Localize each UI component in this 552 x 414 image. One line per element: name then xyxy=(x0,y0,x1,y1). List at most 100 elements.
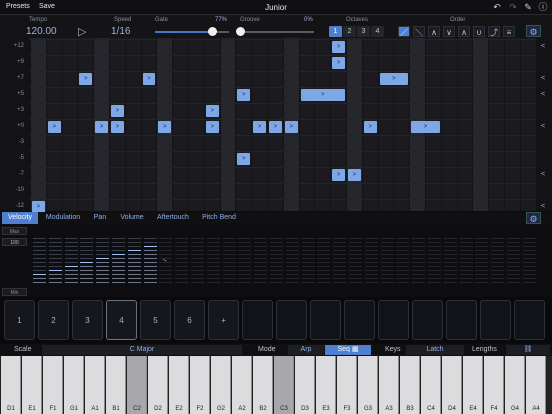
order-downup-inclusive-icon[interactable]: ∪ xyxy=(473,26,485,37)
piano-key[interactable]: E3 xyxy=(316,356,336,414)
sequencer-note[interactable]: > xyxy=(332,41,345,53)
piano-key[interactable]: F3 xyxy=(337,356,357,414)
sequencer-note[interactable]: > xyxy=(348,169,361,181)
order-up-icon[interactable]: ／ xyxy=(398,26,410,37)
tempo-value[interactable]: 120.00 xyxy=(26,26,57,37)
piano-key[interactable]: G1 xyxy=(64,356,84,414)
empty-pattern-slot[interactable] xyxy=(276,300,307,340)
min-button[interactable]: Min xyxy=(2,288,27,296)
groove-slider-knob[interactable] xyxy=(236,27,245,36)
empty-pattern-slot[interactable] xyxy=(480,300,511,340)
sequencer-note[interactable]: > xyxy=(411,121,440,133)
sequencer-note[interactable]: > xyxy=(47,121,61,133)
empty-pattern-slot[interactable] xyxy=(514,300,545,340)
octave-2-button[interactable]: 2 xyxy=(343,26,356,37)
empty-pattern-slot[interactable] xyxy=(344,300,375,340)
sequencer-note[interactable]: > xyxy=(363,121,377,133)
octave-4-button[interactable]: 4 xyxy=(371,26,384,37)
empty-pattern-slot[interactable] xyxy=(378,300,409,340)
empty-pattern-slot[interactable] xyxy=(412,300,443,340)
empty-pattern-slot[interactable] xyxy=(310,300,341,340)
piano-key[interactable]: E4 xyxy=(463,356,483,414)
tab-pan[interactable]: Pan xyxy=(88,212,112,224)
sequencer-note[interactable]: > xyxy=(237,153,251,165)
sequencer-grid[interactable]: +12 +9 +7 +5 +3 +0 -3 -5 -7 -10 -12 < < … xyxy=(0,38,552,216)
piano-key[interactable]: D3 xyxy=(295,356,315,414)
seq-mode-button[interactable]: Seq ▦ xyxy=(325,345,371,355)
lane-settings-gear-icon[interactable]: ⚙ xyxy=(526,212,541,224)
sequencer-note[interactable]: > xyxy=(111,105,124,117)
order-updown-icon[interactable]: ∧ xyxy=(428,26,440,37)
groove-slider[interactable] xyxy=(236,27,314,36)
piano-key[interactable]: A3 xyxy=(379,356,399,414)
wrench-icon[interactable]: ✎ xyxy=(523,2,533,12)
piano-key[interactable]: E1 xyxy=(22,356,42,414)
order-chord-icon[interactable]: ≡ xyxy=(503,26,515,37)
tab-modulation[interactable]: Modulation xyxy=(42,212,84,224)
tab-velocity[interactable]: Velocity xyxy=(2,212,38,224)
sequencer-note[interactable]: > xyxy=(95,121,108,133)
velocity-lane[interactable]: Max 100 Min < xyxy=(0,224,552,297)
piano-key[interactable]: F1 xyxy=(43,356,63,414)
link-icon[interactable]: ⛓ xyxy=(506,345,550,355)
octave-3-button[interactable]: 3 xyxy=(357,26,370,37)
tab-aftertouch[interactable]: Aftertouch xyxy=(152,212,194,224)
pattern-pad-5[interactable]: 5 xyxy=(140,300,171,340)
sequencer-note[interactable]: > xyxy=(205,121,219,133)
sequencer-note[interactable]: > xyxy=(332,169,345,181)
sequencer-note[interactable]: > xyxy=(237,89,251,101)
sequencer-note[interactable]: > xyxy=(332,57,345,69)
sequencer-note[interactable]: > xyxy=(79,73,93,85)
piano-keyboard[interactable]: D1 E1 F1 G1 A1 B1 C2 D2 E2 F2 G2 A2 B2 C3 D3 E3 F3 G3 A3 B3… xyxy=(0,356,552,414)
pattern-pad-2[interactable]: 2 xyxy=(38,300,69,340)
arp-mode-button[interactable]: Arp xyxy=(288,345,324,355)
tab-pitch-bend[interactable]: Pitch Bend xyxy=(198,212,240,224)
gate-slider[interactable] xyxy=(155,27,229,36)
piano-key[interactable]: G2 xyxy=(211,356,231,414)
sequencer-note[interactable]: > xyxy=(111,121,124,133)
sequencer-note[interactable]: > xyxy=(205,105,219,117)
order-converge-icon[interactable]: ⤴ xyxy=(488,26,500,37)
order-downup-icon[interactable]: ∨ xyxy=(443,26,455,37)
pattern-pad-6[interactable]: 6 xyxy=(174,300,205,340)
piano-key[interactable]: F2 xyxy=(190,356,210,414)
sequencer-note[interactable]: > xyxy=(158,121,172,133)
order-settings-gear-icon[interactable]: ⚙ xyxy=(526,25,541,37)
octave-1-button[interactable]: 1 xyxy=(329,26,342,37)
redo-icon[interactable]: ↷ xyxy=(508,2,518,12)
piano-key[interactable]: C3 xyxy=(274,356,294,414)
info-icon[interactable]: ⓘ xyxy=(538,2,548,12)
piano-key[interactable]: D2 xyxy=(148,356,168,414)
sequencer-note[interactable]: > xyxy=(379,73,409,85)
piano-key[interactable]: B1 xyxy=(106,356,126,414)
order-updown-inclusive-icon[interactable]: ∧ xyxy=(458,26,470,37)
order-down-icon[interactable]: ＼ xyxy=(413,26,425,37)
piano-key[interactable]: A4 xyxy=(526,356,546,414)
sequencer-note[interactable]: > xyxy=(269,121,282,133)
pattern-pad-3[interactable]: 3 xyxy=(72,300,103,340)
sequencer-note[interactable]: > xyxy=(142,73,156,85)
piano-key[interactable]: B3 xyxy=(400,356,420,414)
scale-selector[interactable]: C Major xyxy=(42,345,242,355)
piano-key[interactable]: E2 xyxy=(169,356,189,414)
empty-pattern-slot[interactable] xyxy=(446,300,477,340)
pattern-pad-4[interactable]: 4 xyxy=(106,300,137,340)
sequencer-note[interactable]: > xyxy=(284,121,298,133)
piano-key[interactable]: F4 xyxy=(484,356,504,414)
latch-button[interactable]: Latch xyxy=(406,345,464,355)
undo-icon[interactable]: ↶ xyxy=(492,2,502,12)
piano-key[interactable]: C2 xyxy=(127,356,147,414)
piano-key[interactable]: B2 xyxy=(253,356,273,414)
piano-key[interactable]: A2 xyxy=(232,356,252,414)
max-button[interactable]: Max xyxy=(2,227,27,235)
add-pattern-button[interactable]: + xyxy=(208,300,239,340)
play-icon[interactable]: ▷ xyxy=(78,25,86,38)
piano-key[interactable]: D1 xyxy=(1,356,21,414)
piano-key[interactable]: C4 xyxy=(421,356,441,414)
piano-key[interactable]: G4 xyxy=(505,356,525,414)
speed-value[interactable]: 1/16 xyxy=(111,26,130,37)
pattern-pad-1[interactable]: 1 xyxy=(4,300,35,340)
piano-key[interactable]: G3 xyxy=(358,356,378,414)
tab-volume[interactable]: Volume xyxy=(116,212,148,224)
velocity-value[interactable]: 100 xyxy=(2,238,27,246)
